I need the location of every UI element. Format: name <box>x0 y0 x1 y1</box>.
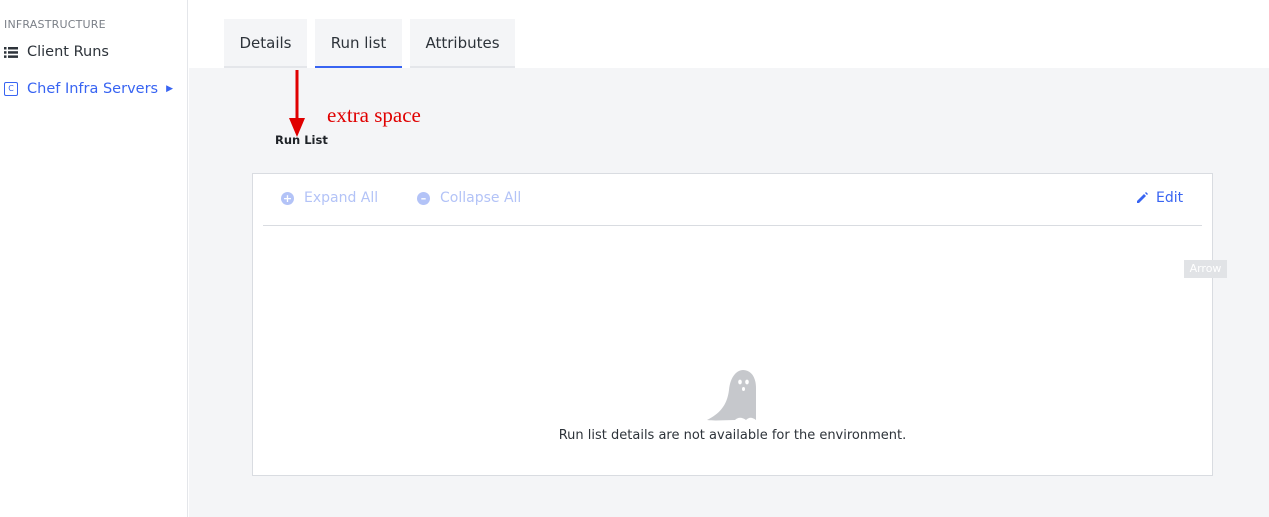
tab-attributes[interactable]: Attributes <box>410 19 515 69</box>
collapse-all-button[interactable]: – Collapse All <box>417 190 521 206</box>
sidebar-section-infrastructure: INFRASTRUCTURE <box>4 18 106 31</box>
tooltip-arrow: Arrow <box>1184 260 1227 278</box>
annotation-arrow-icon <box>289 70 305 137</box>
main-content: Details Run list Attributes extra space … <box>189 0 1269 517</box>
collapse-all-label: Collapse All <box>440 190 522 206</box>
tab-run-list[interactable]: Run list <box>315 19 402 69</box>
run-list-title: Run List <box>275 133 328 147</box>
sidebar-item-label: Client Runs <box>27 44 109 60</box>
empty-state-message: Run list details are not available for t… <box>558 428 907 443</box>
expand-all-label: Expand All <box>304 190 379 206</box>
list-icon <box>4 46 18 58</box>
sidebar-item-label: Chef Infra Servers <box>27 81 159 97</box>
tabs-bar: Details Run list Attributes <box>189 0 1269 69</box>
sidebar: INFRASTRUCTURE Client Runs C Chef Infra … <box>0 0 188 517</box>
edit-label: Edit <box>1156 190 1184 206</box>
caret-right-icon: ▶ <box>166 84 174 94</box>
sidebar-item-client-runs[interactable]: Client Runs <box>4 44 109 60</box>
pencil-icon <box>1137 192 1148 203</box>
sidebar-item-chef-infra-servers[interactable]: C Chef Infra Servers ▶ <box>4 81 173 97</box>
chef-c-icon: C <box>4 82 18 96</box>
run-list-toolbar: + Expand All – Collapse All Edit <box>263 174 1202 226</box>
edit-button[interactable]: Edit <box>1136 190 1183 206</box>
plus-circle-icon: + <box>281 191 294 205</box>
ghost-icon <box>707 370 756 421</box>
minus-circle-icon: – <box>417 191 430 205</box>
expand-all-button[interactable]: + Expand All <box>281 190 378 206</box>
annotation-text: extra space <box>327 103 421 127</box>
tab-details[interactable]: Details <box>224 19 307 69</box>
run-list-card: + Expand All – Collapse All Edit Arrow R <box>252 173 1227 476</box>
